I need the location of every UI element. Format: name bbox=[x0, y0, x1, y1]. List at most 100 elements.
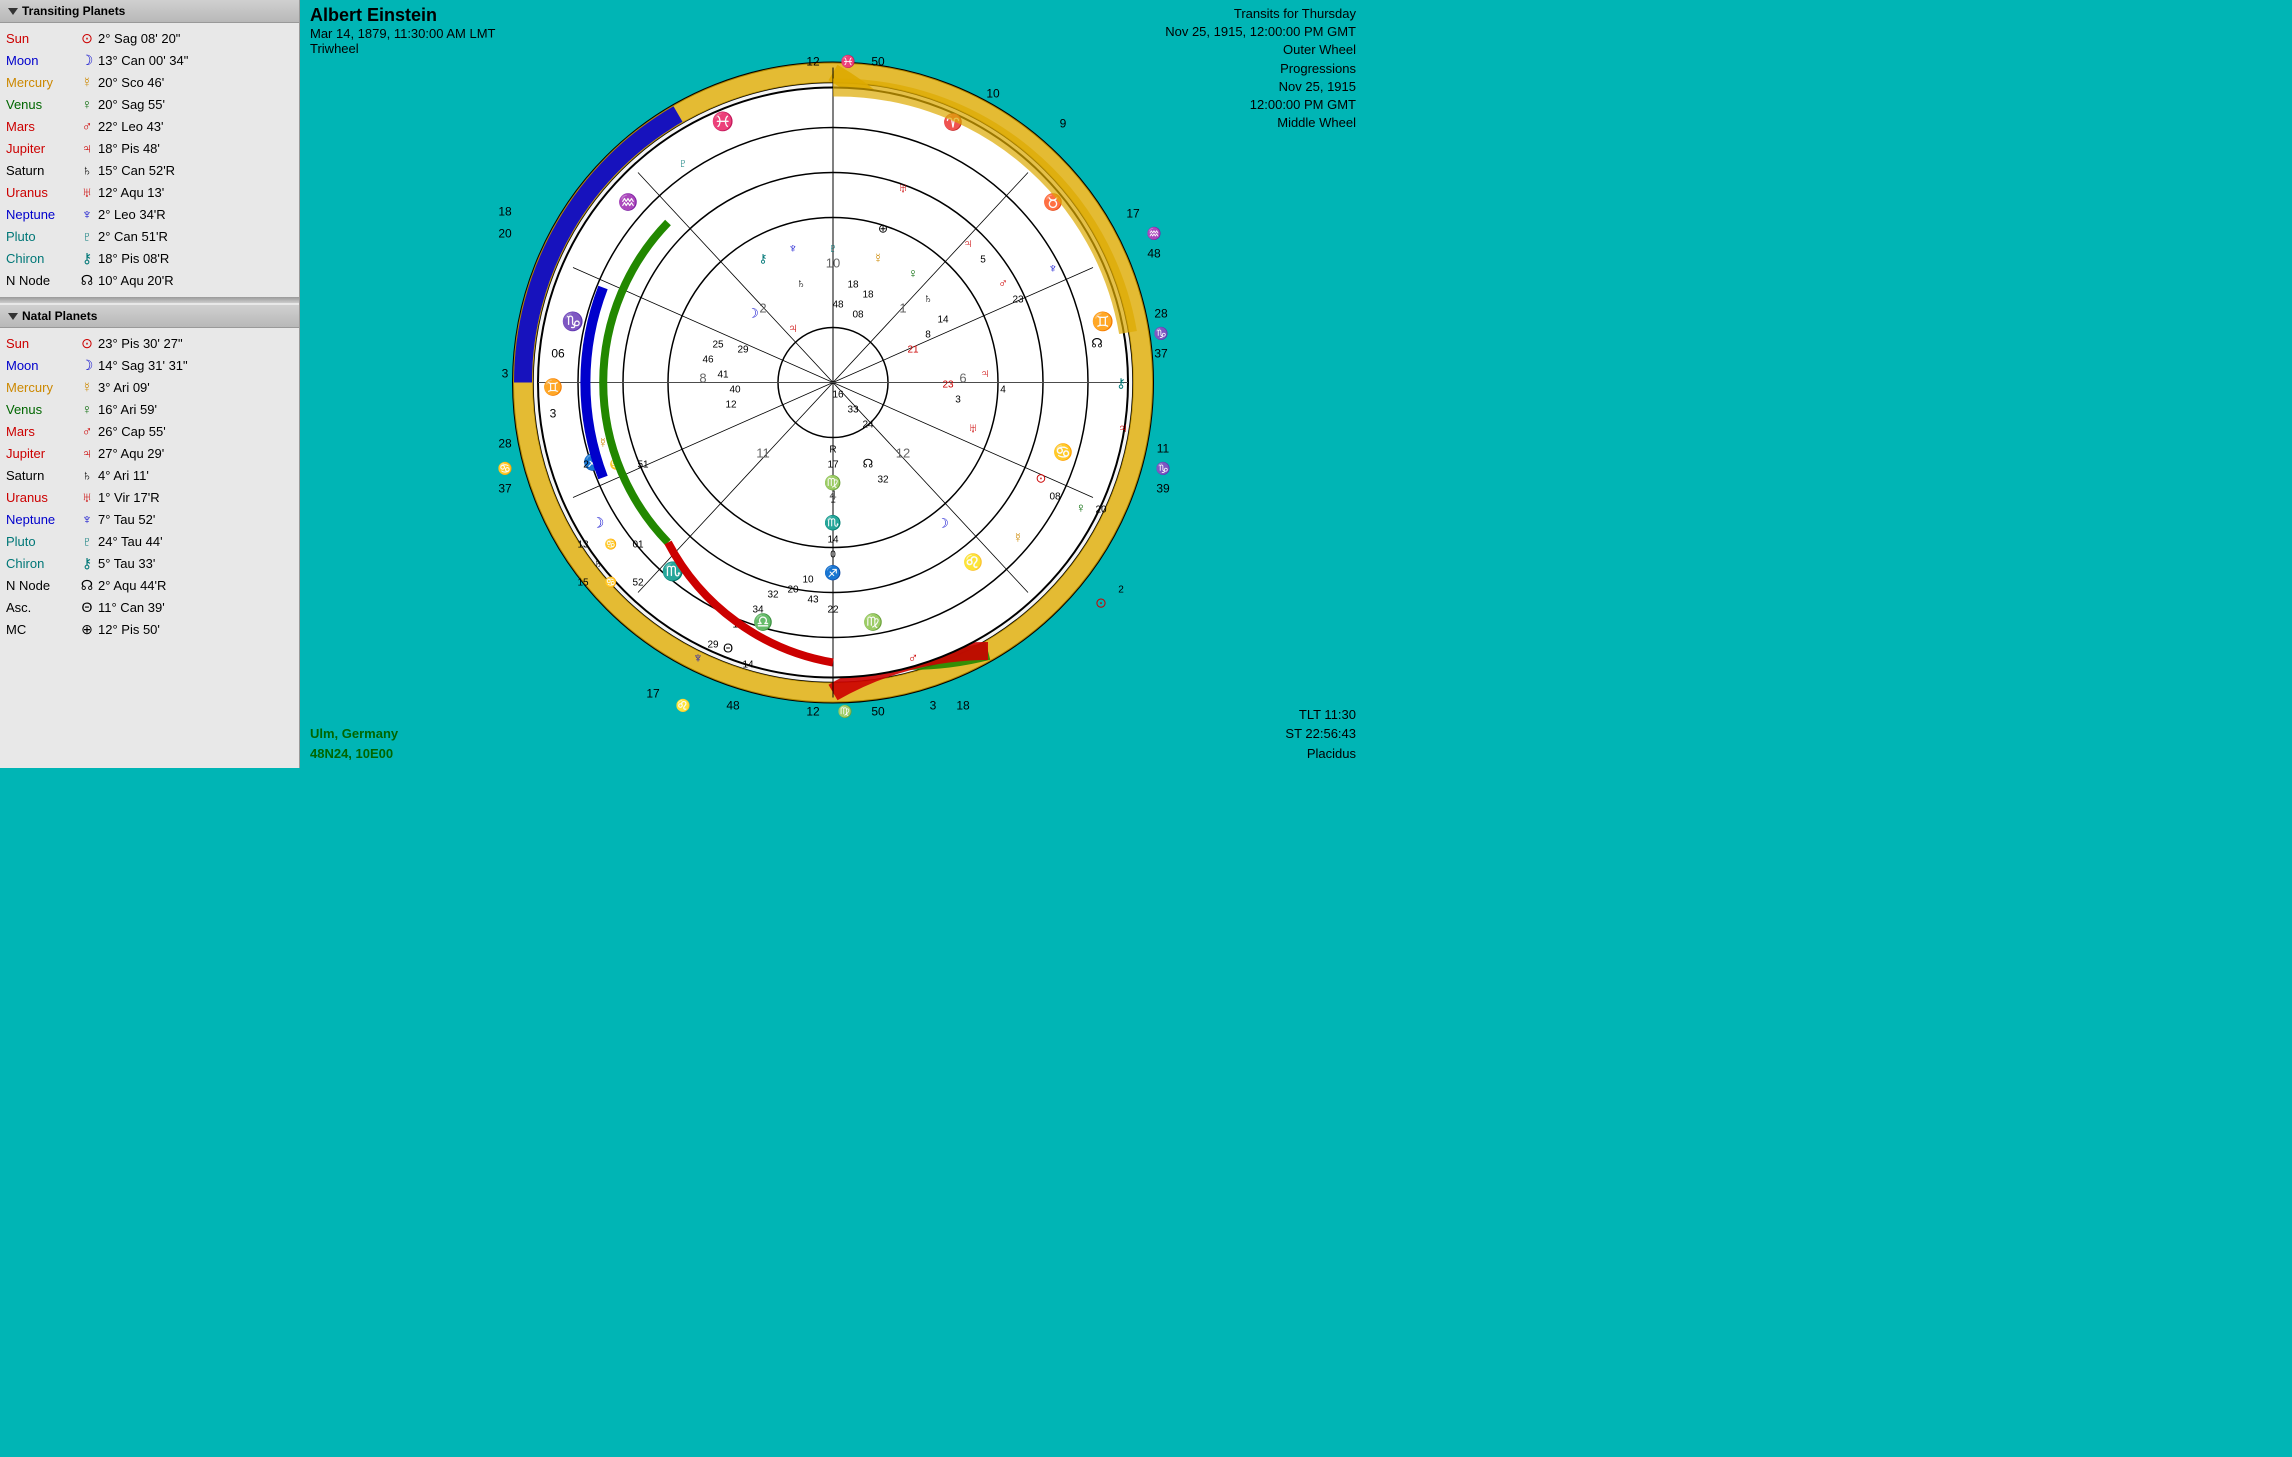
svg-text:23: 23 bbox=[942, 380, 954, 391]
planet-position: 23° Pis 30' 27" bbox=[98, 336, 293, 351]
planet-position: 20° Sag 55' bbox=[98, 97, 293, 112]
svg-text:16: 16 bbox=[832, 390, 844, 401]
svg-text:52: 52 bbox=[632, 578, 644, 589]
tlt-value: TLT 11:30 bbox=[1285, 705, 1356, 725]
svg-text:8: 8 bbox=[699, 371, 706, 386]
svg-text:☊: ☊ bbox=[863, 457, 874, 471]
svg-text:6: 6 bbox=[959, 371, 966, 386]
svg-text:♃: ♃ bbox=[1118, 420, 1129, 436]
svg-text:48: 48 bbox=[1147, 247, 1161, 261]
svg-text:17: 17 bbox=[646, 687, 660, 701]
natal-planet-row: Neptune ♆ 7° Tau 52' bbox=[6, 508, 293, 530]
left-panel: Transiting Planets Sun ⊙ 2° Sag 08' 20" … bbox=[0, 0, 300, 768]
svg-text:♋: ♋ bbox=[1053, 443, 1073, 462]
planet-name: N Node bbox=[6, 273, 76, 288]
svg-text:5: 5 bbox=[980, 255, 986, 266]
planet-position: 27° Aqu 29' bbox=[98, 446, 293, 461]
natal-planet-row: Mercury ☿ 3° Ari 09' bbox=[6, 376, 293, 398]
svg-text:9: 9 bbox=[1060, 117, 1067, 131]
svg-text:♑: ♑ bbox=[1154, 327, 1169, 341]
natal-planet-row: Asc. Θ 11° Can 39' bbox=[6, 596, 293, 618]
collapse-natal-icon[interactable] bbox=[8, 313, 18, 320]
natal-planet-row: Jupiter ♃ 27° Aqu 29' bbox=[6, 442, 293, 464]
svg-text:♃: ♃ bbox=[963, 236, 973, 251]
svg-text:32: 32 bbox=[877, 475, 889, 486]
planet-symbol: ⊙ bbox=[76, 30, 98, 47]
svg-text:50: 50 bbox=[871, 705, 885, 719]
natal-planet-row: MC ⊕ 12° Pis 50' bbox=[6, 618, 293, 640]
planet-symbol: ☊ bbox=[76, 577, 98, 594]
planet-position: 7° Tau 52' bbox=[98, 512, 293, 527]
transiting-planet-row: Mercury ☿ 20° Sco 46' bbox=[6, 71, 293, 93]
svg-text:10: 10 bbox=[986, 87, 1000, 101]
svg-text:⊕: ⊕ bbox=[878, 222, 888, 236]
svg-text:11: 11 bbox=[1157, 442, 1170, 456]
svg-text:18: 18 bbox=[847, 280, 859, 291]
svg-text:♌: ♌ bbox=[676, 699, 691, 713]
svg-text:☽: ☽ bbox=[592, 515, 605, 531]
svg-text:♂: ♂ bbox=[998, 276, 1008, 291]
transiting-planet-row: Pluto ♇ 2° Can 51'R bbox=[6, 225, 293, 247]
svg-text:♄: ♄ bbox=[923, 291, 933, 306]
svg-text:Θ: Θ bbox=[723, 641, 733, 656]
transiting-header: Transiting Planets bbox=[0, 0, 299, 23]
svg-text:♌: ♌ bbox=[963, 553, 983, 572]
planet-position: 14° Sag 31' 31" bbox=[98, 358, 293, 373]
transiting-planet-row: Sun ⊙ 2° Sag 08' 20" bbox=[6, 27, 293, 49]
svg-text:28: 28 bbox=[1154, 307, 1168, 321]
planet-symbol: ♇ bbox=[76, 228, 98, 244]
birth-date: Mar 14, 1879, 11:30:00 AM LMT bbox=[310, 26, 495, 41]
svg-text:♅: ♅ bbox=[968, 421, 978, 436]
transit-line7: Middle Wheel bbox=[1165, 114, 1356, 132]
svg-text:3: 3 bbox=[550, 407, 557, 421]
planet-position: 24° Tau 44' bbox=[98, 534, 293, 549]
svg-text:12: 12 bbox=[806, 55, 820, 69]
planet-position: 12° Aqu 13' bbox=[98, 185, 293, 200]
svg-text:8: 8 bbox=[925, 330, 931, 341]
svg-text:♓: ♓ bbox=[712, 111, 734, 132]
planet-name: Venus bbox=[6, 402, 76, 417]
svg-text:☿: ☿ bbox=[873, 251, 883, 266]
planet-name: Sun bbox=[6, 336, 76, 351]
svg-text:♆: ♆ bbox=[693, 650, 704, 666]
planet-position: 11° Can 39' bbox=[98, 600, 293, 615]
planet-position: 26° Cap 55' bbox=[98, 424, 293, 439]
panel-divider bbox=[0, 297, 299, 303]
planet-symbol: Θ bbox=[76, 599, 98, 615]
person-name: Albert Einstein bbox=[310, 5, 495, 26]
svg-text:28: 28 bbox=[498, 437, 512, 451]
svg-text:18: 18 bbox=[956, 699, 970, 713]
planet-name: Mars bbox=[6, 424, 76, 439]
city-name: Ulm, Germany bbox=[310, 724, 398, 744]
planet-position: 10° Aqu 20'R bbox=[98, 273, 293, 288]
svg-text:♓: ♓ bbox=[841, 55, 856, 69]
svg-text:13: 13 bbox=[577, 540, 589, 551]
svg-text:20: 20 bbox=[787, 585, 799, 596]
svg-text:15: 15 bbox=[577, 578, 589, 589]
chart-title: Albert Einstein Mar 14, 1879, 11:30:00 A… bbox=[310, 5, 495, 56]
planet-name: Chiron bbox=[6, 556, 76, 571]
svg-text:⚷: ⚷ bbox=[1116, 376, 1126, 391]
chart-type: Triwheel bbox=[310, 41, 495, 56]
transit-line5: Nov 25, 1915 bbox=[1165, 78, 1356, 96]
svg-text:♄: ♄ bbox=[593, 556, 603, 571]
time-info: TLT 11:30 ST 22:56:43 Placidus bbox=[1285, 705, 1356, 764]
planet-name: N Node bbox=[6, 578, 76, 593]
svg-text:2: 2 bbox=[759, 301, 766, 316]
transiting-planet-row: Mars ♂ 22° Leo 43' bbox=[6, 115, 293, 137]
transiting-planet-row: Venus ♀ 20° Sag 55' bbox=[6, 93, 293, 115]
transiting-planet-row: Uranus ♅ 12° Aqu 13' bbox=[6, 181, 293, 203]
planet-symbol: ☿ bbox=[76, 379, 98, 395]
planet-name: Mars bbox=[6, 119, 76, 134]
svg-text:♀: ♀ bbox=[1076, 500, 1087, 516]
planet-name: MC bbox=[6, 622, 76, 637]
svg-text:♂: ♂ bbox=[908, 650, 919, 666]
planet-name: Neptune bbox=[6, 207, 76, 222]
natal-planet-row: Saturn ♄ 4° Ari 11' bbox=[6, 464, 293, 486]
svg-text:12: 12 bbox=[725, 400, 737, 411]
svg-text:R: R bbox=[829, 445, 836, 456]
natal-planet-row: Uranus ♅ 1° Vir 17'R bbox=[6, 486, 293, 508]
planet-position: 16° Ari 59' bbox=[98, 402, 293, 417]
natal-planet-row: N Node ☊ 2° Aqu 44'R bbox=[6, 574, 293, 596]
collapse-transiting-icon[interactable] bbox=[8, 8, 18, 15]
